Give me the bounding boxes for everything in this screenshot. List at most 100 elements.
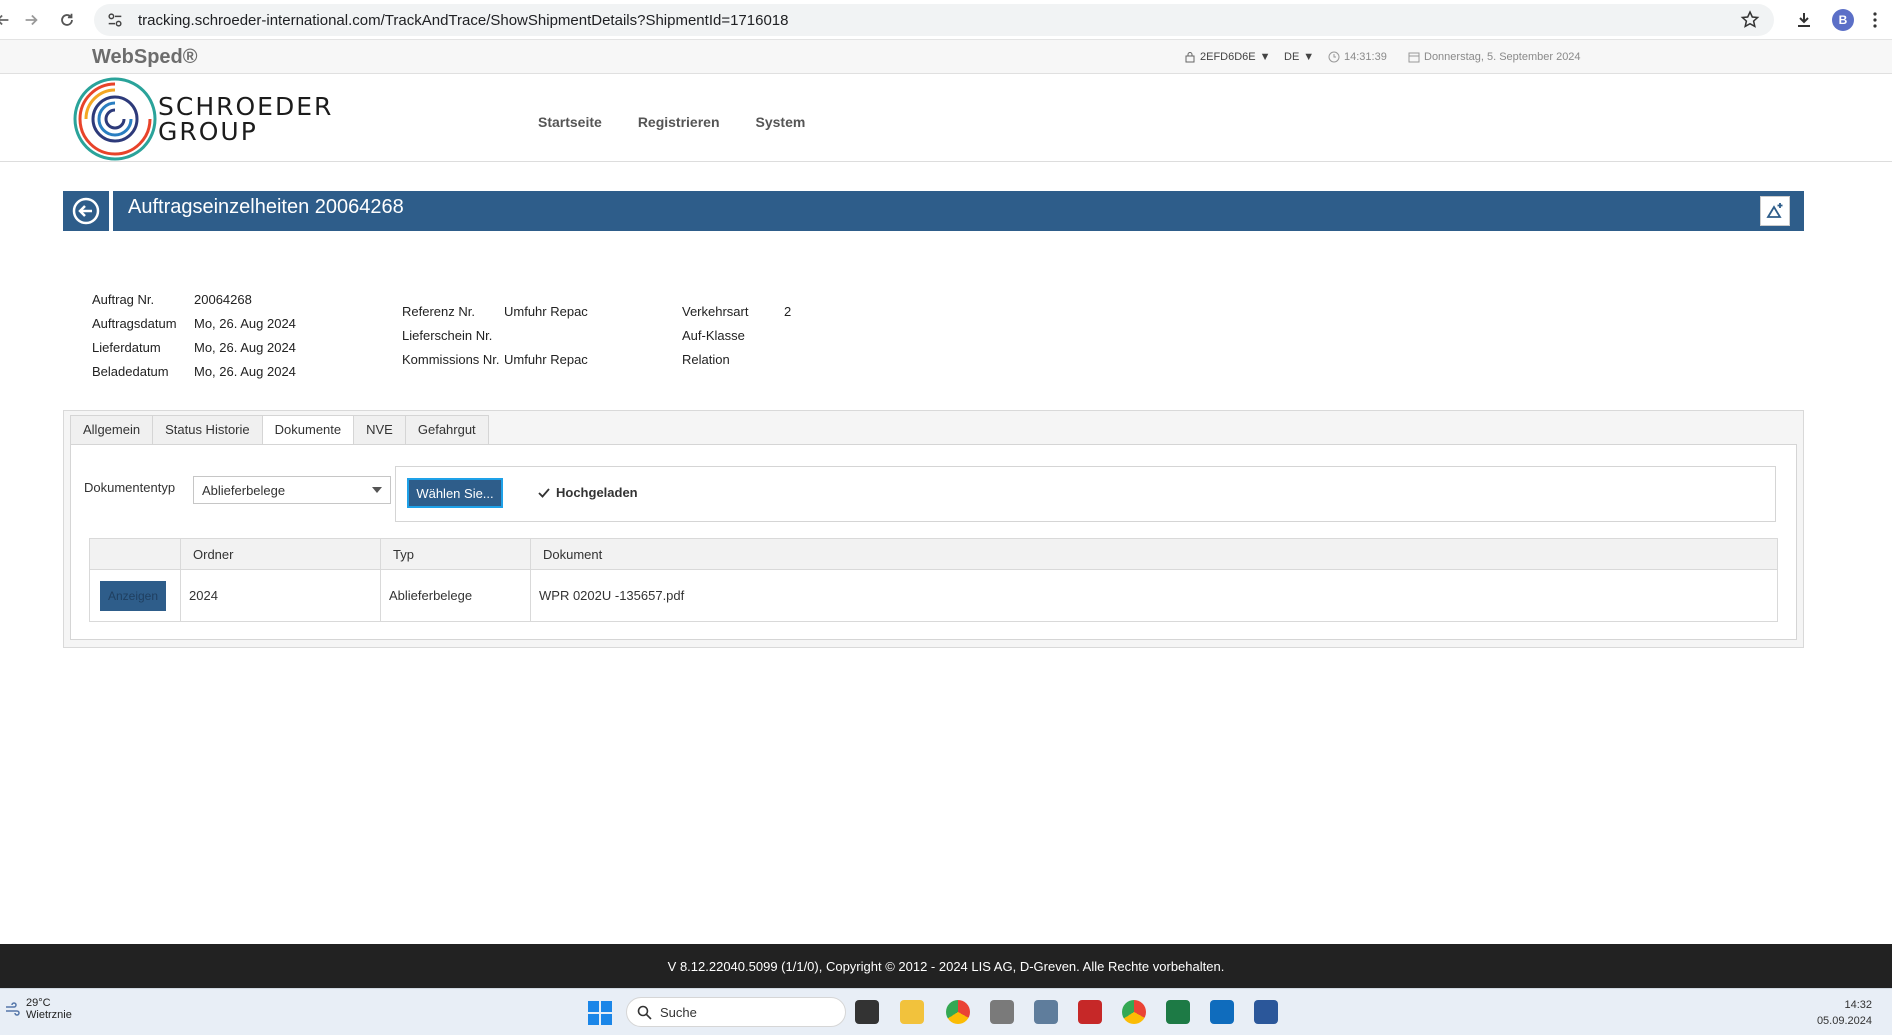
logo-line-1: SCHROEDER bbox=[158, 92, 334, 121]
choose-file-button[interactable]: Wählen Sie... bbox=[407, 478, 503, 508]
task-view-icon[interactable] bbox=[855, 1000, 879, 1024]
column-header-dokument[interactable]: Dokument bbox=[530, 538, 1778, 570]
document-type-select[interactable]: Ablieferbelege bbox=[193, 476, 391, 504]
detail-row: Kommissions Nr. Umfuhr Repac bbox=[402, 352, 588, 376]
documents-table: Ordner Typ Dokument Anzeigen 2024 Ablief… bbox=[89, 538, 1778, 622]
detail-row: Referenz Nr. Umfuhr Repac bbox=[402, 304, 588, 328]
tab-gefahrgut[interactable]: Gefahrgut bbox=[404, 415, 489, 445]
detail-row: Auftragsdatum Mo, 26. Aug 2024 bbox=[92, 316, 296, 340]
show-document-button[interactable]: Anzeigen bbox=[100, 580, 166, 611]
column-header-typ[interactable]: Typ bbox=[380, 538, 531, 570]
detail-row: Relation bbox=[682, 352, 791, 376]
system-clock[interactable]: 14:32 05.09.2024 bbox=[1817, 997, 1872, 1029]
title-action-button[interactable] bbox=[1760, 196, 1790, 226]
excel-icon[interactable] bbox=[1166, 1000, 1190, 1024]
calendar-icon bbox=[1408, 52, 1420, 63]
details-column-2: Referenz Nr. Umfuhr Repac Lieferschein Nr… bbox=[402, 304, 588, 376]
search-placeholder: Suche bbox=[660, 1004, 697, 1020]
printer-icon[interactable] bbox=[990, 1000, 1014, 1024]
schroeder-logo[interactable] bbox=[72, 76, 158, 162]
time-text: 14:31:39 bbox=[1344, 51, 1387, 63]
nav-startseite[interactable]: Startseite bbox=[538, 114, 602, 130]
nav-system[interactable]: System bbox=[756, 114, 806, 130]
main-nav: Startseite Registrieren System bbox=[538, 114, 805, 130]
detail-label: Referenz Nr. bbox=[402, 304, 475, 319]
detail-row: Lieferdatum Mo, 26. Aug 2024 bbox=[92, 340, 296, 364]
site-header: SCHROEDER GROUP Startseite Registrieren … bbox=[0, 74, 1892, 162]
date-text: Donnerstag, 5. September 2024 bbox=[1424, 51, 1581, 63]
back-button[interactable] bbox=[63, 191, 113, 231]
document-type-label: Dokumententyp bbox=[84, 480, 176, 495]
detail-value: Umfuhr Repac bbox=[504, 352, 588, 367]
detail-value: 2 bbox=[784, 304, 792, 319]
site-settings-icon[interactable] bbox=[106, 11, 124, 29]
file-explorer-icon[interactable] bbox=[900, 1000, 924, 1024]
language-code: DE bbox=[1284, 51, 1300, 63]
column-header-action bbox=[89, 538, 181, 570]
tab-status-historie[interactable]: Status Historie bbox=[152, 415, 262, 445]
chrome-profile-icon[interactable] bbox=[1122, 1000, 1146, 1024]
profile-avatar[interactable]: B bbox=[1832, 9, 1854, 31]
logo-line-2: GROUP bbox=[158, 117, 258, 146]
windows-taskbar: 29°C Wietrznie Suche 14:32 05.09.2024 bbox=[0, 988, 1892, 1035]
calculator-icon[interactable] bbox=[1034, 1000, 1058, 1024]
detail-label: Kommissions Nr. bbox=[402, 352, 500, 367]
date-display: Donnerstag, 5. September 2024 bbox=[1408, 51, 1581, 63]
detail-label: Lieferschein Nr. bbox=[402, 328, 493, 343]
detail-row: Beladedatum Mo, 26. Aug 2024 bbox=[92, 364, 296, 388]
search-icon bbox=[637, 1005, 652, 1020]
document-type-value: Ablieferbelege bbox=[202, 483, 286, 498]
taskbar-search[interactable]: Suche bbox=[626, 997, 846, 1027]
outlook-icon[interactable] bbox=[1210, 1000, 1234, 1024]
tab-allgemein[interactable]: Allgemein bbox=[70, 415, 153, 445]
table-cell-folder: 2024 bbox=[180, 569, 381, 622]
forward-arrow-icon[interactable] bbox=[16, 5, 46, 35]
weather-condition: Wietrznie bbox=[26, 1009, 72, 1021]
caret-down-icon: ▼ bbox=[1303, 51, 1315, 63]
caret-down-icon: ▼ bbox=[1259, 51, 1271, 63]
checkmark-icon bbox=[538, 487, 550, 498]
uploaded-status: Hochgeladen bbox=[537, 485, 638, 500]
address-bar[interactable]: tracking.schroeder-international.com/Tra… bbox=[94, 4, 1774, 36]
acrobat-icon[interactable] bbox=[1078, 1000, 1102, 1024]
copyright-text: V 8.12.22040.5099 (1/1/0), Copyright © 2… bbox=[667, 958, 1225, 974]
tab-nve[interactable]: NVE bbox=[353, 415, 405, 445]
menu-dots-icon[interactable] bbox=[1872, 10, 1878, 30]
app-strip: WebSped® 2EFD6D6E ▼ DE ▼ 14:31:39 Donner… bbox=[0, 40, 1892, 74]
weather-widget[interactable]: 29°C Wietrznie bbox=[4, 997, 72, 1021]
language-menu[interactable]: DE ▼ bbox=[1284, 51, 1314, 63]
tab-dokumente[interactable]: Dokumente bbox=[261, 415, 354, 445]
user-menu[interactable]: 2EFD6D6E ▼ bbox=[1184, 51, 1271, 63]
detail-value: Mo, 26. Aug 2024 bbox=[194, 364, 296, 379]
tab-strip: Allgemein Status Historie Dokumente NVE … bbox=[70, 415, 489, 445]
temperature: 29°C bbox=[26, 997, 51, 1009]
table-cell-action: Anzeigen bbox=[89, 569, 181, 622]
details-column-3: Verkehrsart 2 Auf-Klasse Relation bbox=[682, 304, 791, 376]
detail-value: Mo, 26. Aug 2024 bbox=[194, 340, 296, 355]
uploaded-label: Hochgeladen bbox=[556, 485, 638, 500]
table-cell-document: WPR 0202U -135657.pdf bbox=[530, 569, 1778, 622]
detail-row: Auf-Klasse bbox=[682, 328, 791, 352]
mountain-plus-icon bbox=[1766, 203, 1783, 218]
nav-registrieren[interactable]: Registrieren bbox=[638, 114, 720, 130]
chrome-icon[interactable] bbox=[946, 1000, 970, 1024]
bookmark-star-icon[interactable] bbox=[1740, 10, 1760, 30]
details-column-1: Auftrag Nr. 20064268 Auftragsdatum Mo, 26.… bbox=[92, 292, 296, 388]
caret-down-icon bbox=[372, 487, 382, 493]
clock-time: 14:32 bbox=[1844, 999, 1872, 1011]
table-row: Anzeigen 2024 Ablieferbelege WPR 0202U -… bbox=[89, 569, 1778, 622]
detail-value: Mo, 26. Aug 2024 bbox=[194, 316, 296, 331]
app-name: WebSped® bbox=[92, 46, 198, 68]
page-title: Auftragseinzelheiten 20064268 bbox=[128, 196, 404, 218]
logo-wordmark: SCHROEDER GROUP bbox=[158, 94, 333, 144]
download-icon[interactable] bbox=[1794, 10, 1814, 30]
windows-start-icon[interactable] bbox=[588, 1001, 612, 1025]
column-header-ordner[interactable]: Ordner bbox=[180, 538, 381, 570]
detail-value: 20064268 bbox=[194, 292, 252, 307]
detail-label: Auftrag Nr. bbox=[92, 292, 155, 307]
detail-label: Relation bbox=[682, 352, 730, 367]
word-icon[interactable] bbox=[1254, 1000, 1278, 1024]
weather-wind-icon bbox=[6, 1002, 20, 1016]
reload-icon[interactable] bbox=[52, 5, 82, 35]
table-header-row: Ordner Typ Dokument bbox=[89, 538, 1778, 570]
